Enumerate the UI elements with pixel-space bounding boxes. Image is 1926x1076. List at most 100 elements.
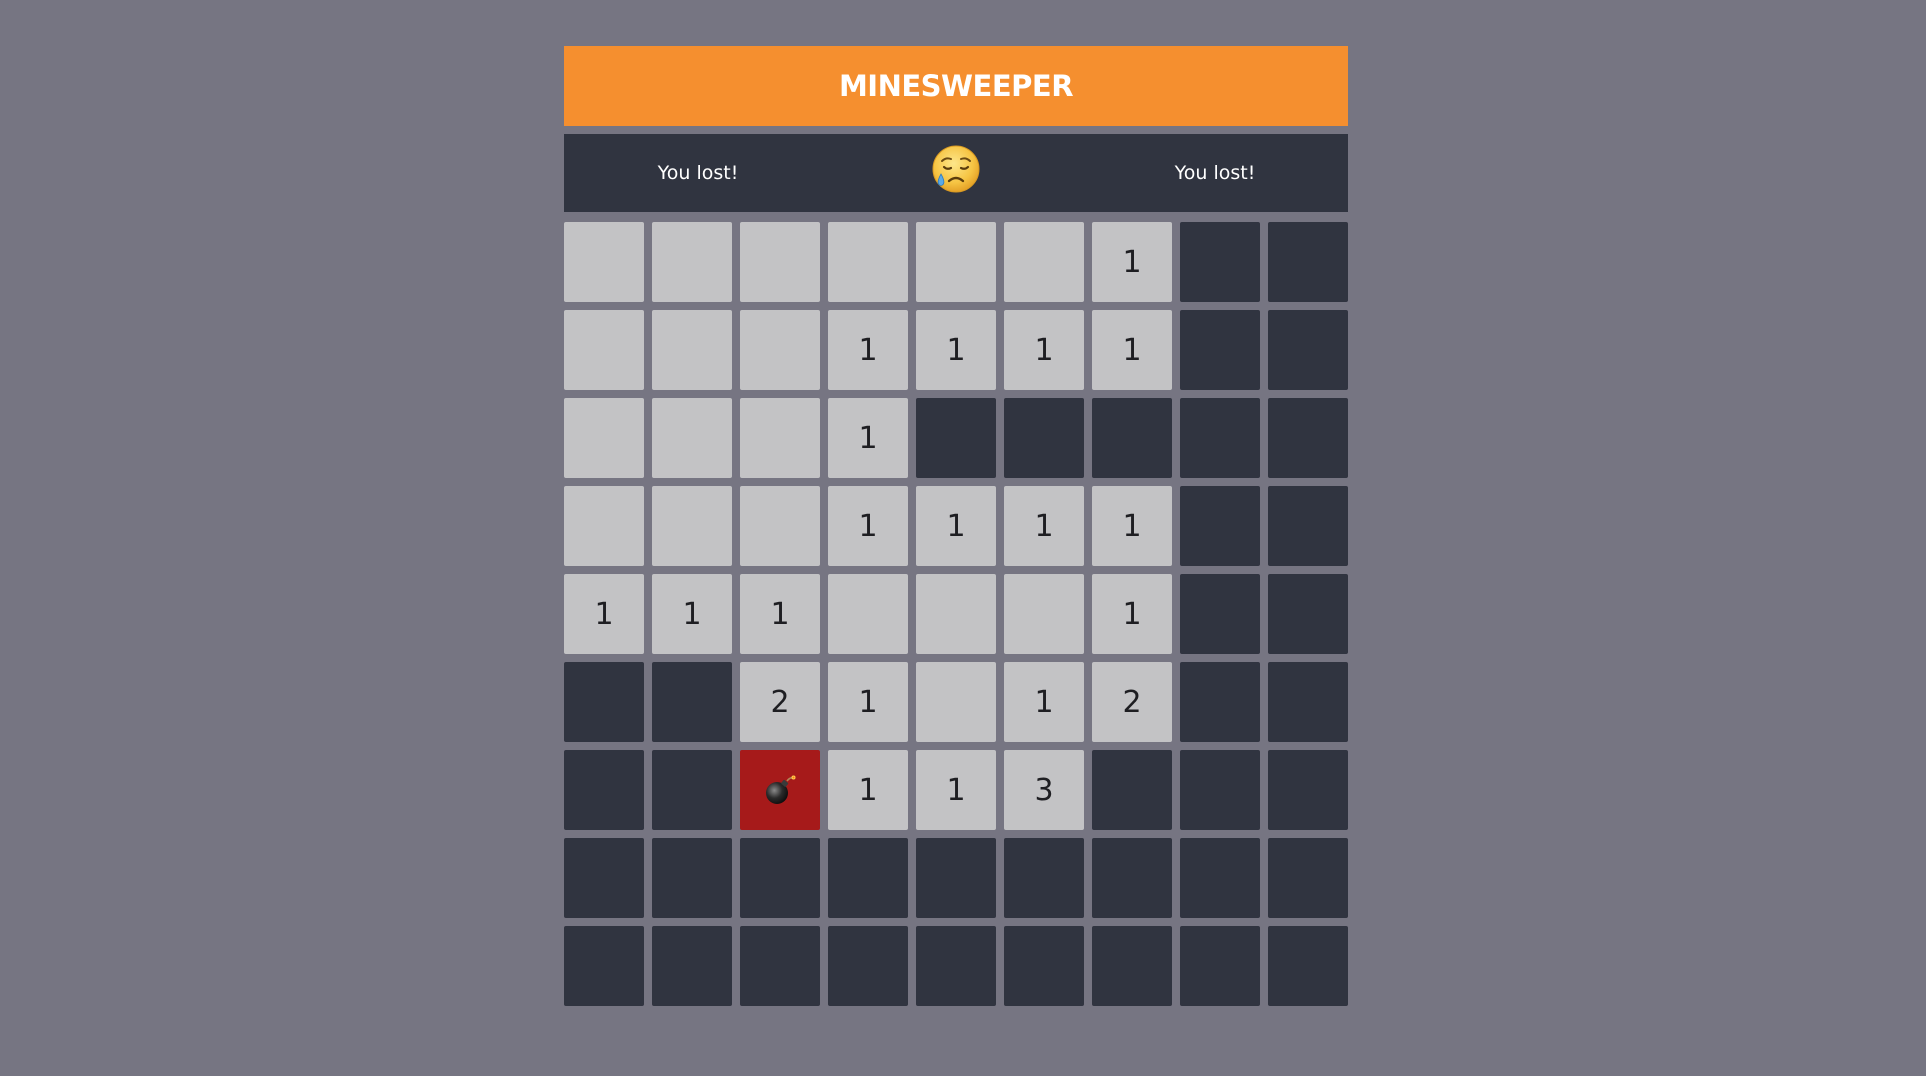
open-empty-cell[interactable] bbox=[828, 574, 908, 654]
status-right-text: You lost! bbox=[1174, 162, 1256, 184]
open-empty-cell[interactable] bbox=[740, 486, 820, 566]
open-number-cell[interactable]: 1 bbox=[828, 398, 908, 478]
hidden-cell[interactable] bbox=[652, 662, 732, 742]
hidden-cell[interactable] bbox=[1268, 310, 1348, 390]
sad-tear-face-icon bbox=[932, 145, 980, 193]
open-number-cell[interactable]: 1 bbox=[828, 310, 908, 390]
open-number-cell[interactable]: 2 bbox=[740, 662, 820, 742]
hidden-cell[interactable] bbox=[916, 926, 996, 1006]
exploded-mine-cell[interactable] bbox=[740, 750, 820, 830]
hidden-cell[interactable] bbox=[1180, 838, 1260, 918]
hidden-cell[interactable] bbox=[1092, 838, 1172, 918]
hidden-cell[interactable] bbox=[1180, 486, 1260, 566]
cell-number: 1 bbox=[858, 508, 878, 544]
title-bar: MINESWEEPER bbox=[564, 46, 1348, 126]
reset-face-button[interactable] bbox=[931, 144, 981, 194]
cell-number: 1 bbox=[1034, 332, 1054, 368]
hidden-cell[interactable] bbox=[1268, 838, 1348, 918]
hidden-cell[interactable] bbox=[916, 398, 996, 478]
cell-number: 1 bbox=[1122, 508, 1142, 544]
hidden-cell[interactable] bbox=[1004, 838, 1084, 918]
bomb-icon bbox=[766, 775, 796, 804]
open-empty-cell[interactable] bbox=[916, 662, 996, 742]
cell-number: 1 bbox=[946, 332, 966, 368]
open-number-cell[interactable]: 1 bbox=[828, 750, 908, 830]
open-number-cell[interactable]: 1 bbox=[916, 750, 996, 830]
open-empty-cell[interactable] bbox=[652, 310, 732, 390]
cell-number: 1 bbox=[858, 772, 878, 808]
hidden-cell[interactable] bbox=[1268, 398, 1348, 478]
hidden-cell[interactable] bbox=[1268, 222, 1348, 302]
open-empty-cell[interactable] bbox=[740, 310, 820, 390]
open-empty-cell[interactable] bbox=[916, 222, 996, 302]
open-empty-cell[interactable] bbox=[740, 222, 820, 302]
open-number-cell[interactable]: 1 bbox=[828, 662, 908, 742]
hidden-cell[interactable] bbox=[1180, 750, 1260, 830]
hidden-cell[interactable] bbox=[1092, 750, 1172, 830]
hidden-cell[interactable] bbox=[740, 838, 820, 918]
hidden-cell[interactable] bbox=[1180, 398, 1260, 478]
open-empty-cell[interactable] bbox=[564, 222, 644, 302]
open-number-cell[interactable]: 1 bbox=[740, 574, 820, 654]
hidden-cell[interactable] bbox=[740, 926, 820, 1006]
hidden-cell[interactable] bbox=[828, 926, 908, 1006]
hidden-cell[interactable] bbox=[1180, 310, 1260, 390]
cell-number: 1 bbox=[1122, 332, 1142, 368]
open-empty-cell[interactable] bbox=[1004, 222, 1084, 302]
hidden-cell[interactable] bbox=[1268, 662, 1348, 742]
open-number-cell[interactable]: 3 bbox=[1004, 750, 1084, 830]
open-number-cell[interactable]: 1 bbox=[1092, 574, 1172, 654]
open-empty-cell[interactable] bbox=[564, 398, 644, 478]
open-number-cell[interactable]: 1 bbox=[1092, 486, 1172, 566]
cell-number: 3 bbox=[1034, 772, 1054, 808]
hidden-cell[interactable] bbox=[1092, 926, 1172, 1006]
status-bar: You lost! You lost! bbox=[564, 134, 1348, 212]
open-number-cell[interactable]: 1 bbox=[1092, 310, 1172, 390]
hidden-cell[interactable] bbox=[1180, 574, 1260, 654]
open-number-cell[interactable]: 1 bbox=[916, 486, 996, 566]
open-number-cell[interactable]: 1 bbox=[828, 486, 908, 566]
cell-number: 1 bbox=[946, 508, 966, 544]
hidden-cell[interactable] bbox=[1092, 398, 1172, 478]
open-number-cell[interactable]: 1 bbox=[1004, 486, 1084, 566]
hidden-cell[interactable] bbox=[1004, 398, 1084, 478]
hidden-cell[interactable] bbox=[1004, 926, 1084, 1006]
hidden-cell[interactable] bbox=[1268, 486, 1348, 566]
hidden-cell[interactable] bbox=[916, 838, 996, 918]
hidden-cell[interactable] bbox=[652, 926, 732, 1006]
hidden-cell[interactable] bbox=[1268, 574, 1348, 654]
open-number-cell[interactable]: 1 bbox=[1004, 310, 1084, 390]
hidden-cell[interactable] bbox=[564, 662, 644, 742]
open-empty-cell[interactable] bbox=[564, 486, 644, 566]
hidden-cell[interactable] bbox=[1180, 926, 1260, 1006]
open-number-cell[interactable]: 2 bbox=[1092, 662, 1172, 742]
hidden-cell[interactable] bbox=[564, 926, 644, 1006]
hidden-cell[interactable] bbox=[828, 838, 908, 918]
open-empty-cell[interactable] bbox=[828, 222, 908, 302]
open-empty-cell[interactable] bbox=[1004, 574, 1084, 654]
hidden-cell[interactable] bbox=[564, 838, 644, 918]
game-board: 1 1 1 1 1 1 1 1 1 1 1 1 1 1 2 1 1 2 1 1 3 bbox=[564, 222, 1348, 1006]
open-number-cell[interactable]: 1 bbox=[916, 310, 996, 390]
cell-number: 1 bbox=[858, 332, 878, 368]
open-empty-cell[interactable] bbox=[652, 222, 732, 302]
open-empty-cell[interactable] bbox=[564, 310, 644, 390]
cell-number: 1 bbox=[682, 596, 702, 632]
hidden-cell[interactable] bbox=[1180, 222, 1260, 302]
hidden-cell[interactable] bbox=[1268, 750, 1348, 830]
app-title: MINESWEEPER bbox=[838, 69, 1074, 103]
open-empty-cell[interactable] bbox=[916, 574, 996, 654]
hidden-cell[interactable] bbox=[652, 750, 732, 830]
hidden-cell[interactable] bbox=[652, 838, 732, 918]
hidden-cell[interactable] bbox=[1268, 926, 1348, 1006]
open-number-cell[interactable]: 1 bbox=[564, 574, 644, 654]
open-number-cell[interactable]: 1 bbox=[652, 574, 732, 654]
open-number-cell[interactable]: 1 bbox=[1004, 662, 1084, 742]
hidden-cell[interactable] bbox=[1180, 662, 1260, 742]
cell-number: 2 bbox=[770, 684, 790, 720]
open-number-cell[interactable]: 1 bbox=[1092, 222, 1172, 302]
hidden-cell[interactable] bbox=[564, 750, 644, 830]
open-empty-cell[interactable] bbox=[740, 398, 820, 478]
open-empty-cell[interactable] bbox=[652, 398, 732, 478]
open-empty-cell[interactable] bbox=[652, 486, 732, 566]
